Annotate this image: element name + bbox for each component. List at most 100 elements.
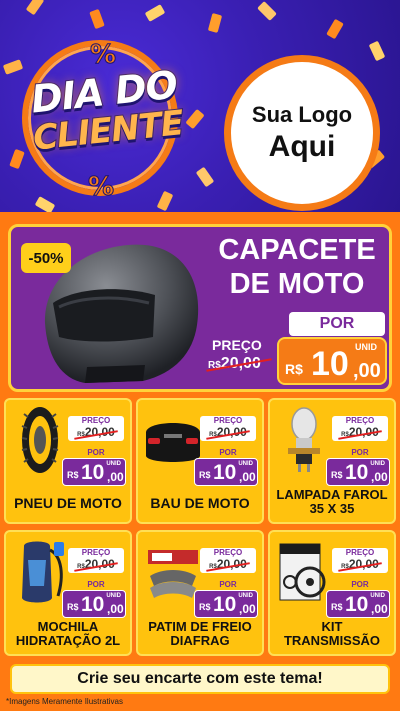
price-currency: R$ (331, 470, 343, 480)
old-price-currency: R$ (341, 432, 349, 438)
product-card[interactable]: PREÇO R$20,00 POR UNID R$ 10 ,00 PNEU DE … (4, 398, 132, 524)
price-currency: R$ (67, 602, 79, 612)
featured-title: CAPACETE DE MOTO (207, 233, 387, 301)
confetti (185, 108, 205, 130)
confetti (257, 1, 277, 21)
price-decimal: ,00 (239, 470, 256, 484)
logo-placeholder: Sua Logo Aqui (224, 55, 380, 211)
confetti (144, 4, 166, 22)
price-integer: 10 (345, 593, 369, 616)
price-tag: UNID R$ 10 ,00 (62, 458, 126, 486)
product-name: MOCHILA HIDRATAÇÃO 2L (15, 619, 121, 648)
product-card[interactable]: PREÇO R$20,00 POR UNID R$ 10 ,00 LAMPADA … (268, 398, 396, 524)
product-card[interactable]: PREÇO R$20,00 POR UNID R$ 10 ,00 KIT TRAN… (268, 530, 396, 656)
price-decimal: ,00 (107, 470, 124, 484)
featured-product: -50% CAPACETE DE MOTO POR PREÇO R$20,00 … (8, 224, 392, 392)
old-price: R$20,00 (200, 426, 256, 441)
por-label: POR (87, 448, 105, 457)
price-tag: UNID R$ 10 ,00 (326, 458, 390, 486)
old-price-currency: R$ (77, 564, 85, 570)
price-tag: UNID R$ 10 ,00 (194, 590, 258, 618)
product-name: LAMPADA FAROL 35 X 35 (276, 487, 388, 516)
preco-box: PREÇO R$20,00 (68, 416, 124, 441)
preco-box: PREÇO R$20,00 (68, 548, 124, 573)
old-price-value: 20,00 (84, 425, 115, 439)
old-price-value: 20,00 (84, 557, 115, 571)
confetti (156, 190, 174, 212)
old-price-currency: R$ (209, 432, 217, 438)
old-price-currency: R$ (77, 432, 85, 438)
price-integer: 10 (81, 461, 105, 484)
featured-title-line2: DE MOTO (229, 268, 365, 300)
price-tag: UNID R$ 10 ,00 (326, 590, 390, 618)
confetti (2, 59, 24, 75)
price-decimal: ,00 (371, 602, 388, 616)
featured-title-line1: CAPACETE (218, 234, 376, 266)
confetti (207, 13, 223, 33)
preco-box: PREÇO R$20,00 (200, 548, 256, 573)
por-label: POR (219, 448, 237, 457)
price-currency: R$ (199, 602, 211, 612)
percent-mark-top: % (89, 40, 117, 71)
confetti (89, 8, 105, 30)
price-currency: R$ (331, 602, 343, 612)
price-decimal: ,00 (107, 602, 124, 616)
old-price-value: 20,00 (348, 425, 379, 439)
price-decimal: ,00 (353, 360, 381, 382)
por-label: POR (351, 448, 369, 457)
percent-mark-bottom: % (87, 172, 115, 203)
por-label: POR (219, 580, 237, 589)
old-price: R$20,00 (332, 558, 388, 573)
price-integer: 10 (213, 593, 237, 616)
price-currency: R$ (67, 470, 79, 480)
product-card[interactable]: PREÇO R$20,00 POR UNID R$ 10 ,00 MOCHILA … (4, 530, 132, 656)
por-label: POR (351, 580, 369, 589)
price-tag: UNID R$ 10 ,00 (62, 590, 126, 618)
unit-label: UNID (370, 593, 385, 599)
featured-price: UNID R$ 10 ,00 (277, 337, 387, 385)
price-integer: 10 (311, 345, 349, 383)
price-integer: 10 (81, 593, 105, 616)
product-name: PATIM DE FREIO DIAFRAG (148, 619, 252, 648)
price-currency: R$ (199, 470, 211, 480)
cta-banner[interactable]: Crie seu encarte com este tema! (10, 664, 390, 694)
old-price-currency: R$ (341, 564, 349, 570)
confetti (34, 196, 56, 212)
unit-label: UNID (370, 461, 385, 467)
product-card[interactable]: PREÇO R$20,00 POR UNID R$ 10 ,00 BAU DE M… (136, 398, 264, 524)
confetti (326, 18, 344, 40)
price-decimal: ,00 (239, 602, 256, 616)
unit-label: UNID (106, 461, 121, 467)
unit-label: UNID (355, 342, 377, 352)
old-price-value: 20,00 (216, 557, 247, 571)
logo-text-line2: Aqui (268, 130, 336, 163)
confetti (25, 0, 45, 16)
confetti (195, 166, 215, 188)
preco-label: PREÇO (212, 337, 262, 353)
old-price: R$20,00 (68, 426, 124, 441)
product-name: PNEU DE MOTO (14, 495, 122, 511)
product-name: KIT TRANSMISSÃO (283, 619, 381, 648)
confetti (9, 148, 25, 170)
old-price: R$20,00 (332, 426, 388, 441)
price-currency: R$ (285, 361, 303, 377)
product-card[interactable]: PREÇO R$20,00 POR UNID R$ 10 ,00 PATIM DE… (136, 530, 264, 656)
por-label: POR (87, 580, 105, 589)
unit-label: UNID (106, 593, 121, 599)
unit-label: UNID (238, 461, 253, 467)
old-price: R$20,00 (204, 355, 276, 373)
old-price: R$20,00 (200, 558, 256, 573)
preco-box: PREÇO R$20,00 (200, 416, 256, 441)
price-integer: 10 (213, 461, 237, 484)
discount-badge: -50% (21, 243, 71, 273)
old-price-value: 20,00 (216, 425, 247, 439)
old-price-currency: R$ (208, 360, 221, 371)
preco-box: PREÇO R$20,00 (332, 416, 388, 441)
price-integer: 10 (345, 461, 369, 484)
product-name: BAU DE MOTO (150, 495, 250, 511)
header-banner: % % DIA DO CLIENTE Sua Logo Aqui (0, 0, 400, 212)
disclaimer: *Imagens Meramente Ilustrativas (6, 697, 123, 706)
unit-label: UNID (238, 593, 253, 599)
event-badge: DIA DO CLIENTE (22, 62, 189, 160)
old-price: R$20,00 (68, 558, 124, 573)
